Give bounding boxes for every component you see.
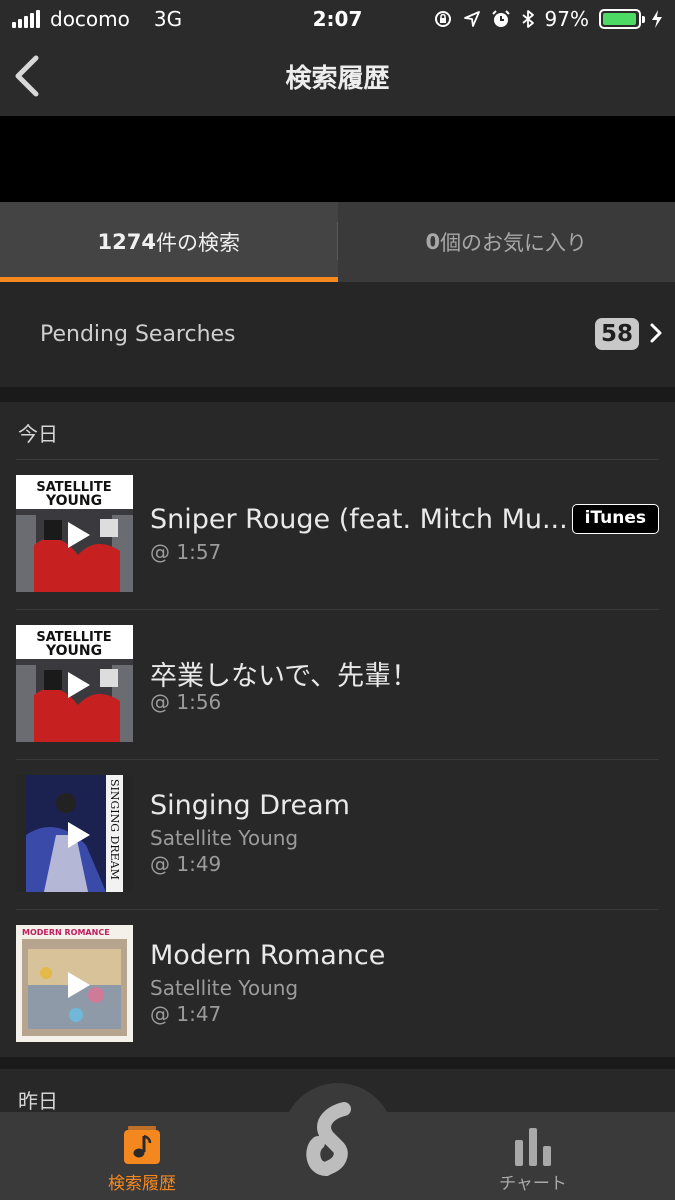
album-art: SINGING DREAM xyxy=(16,775,133,892)
section-separator xyxy=(0,1057,675,1069)
play-icon[interactable] xyxy=(62,669,94,701)
alarm-icon xyxy=(491,10,510,27)
page-title: 検索履歴 xyxy=(285,64,390,94)
history-item[interactable]: MODERN ROMANCE Modern Romance Satellite … xyxy=(0,910,675,1060)
tab-bar-charts[interactable]: チャート xyxy=(448,1112,618,1200)
ad-banner xyxy=(0,116,675,202)
album-art: SATELLITE YOUNG xyxy=(16,625,133,742)
play-icon[interactable] xyxy=(62,519,94,551)
album-art: SATELLITE YOUNG xyxy=(16,475,133,592)
battery-icon xyxy=(599,9,645,29)
play-icon[interactable] xyxy=(62,969,94,1001)
search-history-list: 今日 SATELLITE YOUNG Sniper Rouge (feat. M… xyxy=(0,402,675,1057)
bar-chart-icon xyxy=(515,1128,551,1166)
artist-name: Satellite Young xyxy=(150,826,299,850)
navigation-bar: 検索履歴 xyxy=(0,38,675,116)
track-title: Singing Dream xyxy=(150,790,350,821)
album-art: MODERN ROMANCE xyxy=(16,925,133,1042)
album-art-text: YOUNG xyxy=(45,493,102,509)
bluetooth-icon xyxy=(521,10,534,28)
music-note-icon xyxy=(124,1126,160,1164)
tab-searches[interactable]: 1274 件の検索 xyxy=(0,202,338,282)
chevron-right-icon xyxy=(650,323,662,343)
section-header-today: 今日 xyxy=(18,422,58,446)
history-item[interactable]: SINGING DREAM Singing Dream Satellite Yo… xyxy=(0,760,675,910)
artist-name: Satellite Young xyxy=(150,976,299,1000)
track-title: Modern Romance xyxy=(150,940,386,971)
section-header-yesterday: 昨日 xyxy=(18,1089,58,1113)
favorites-count: 0 xyxy=(425,230,441,254)
section-separator xyxy=(0,388,675,402)
pending-count-badge: 58 xyxy=(594,318,639,350)
search-time: @ 1:47 xyxy=(150,1002,222,1026)
shazam-button[interactable] xyxy=(282,1083,394,1195)
searches-count: 1274 xyxy=(97,230,156,254)
pending-searches-label: Pending Searches xyxy=(40,322,236,347)
orientation-lock-icon xyxy=(434,11,451,27)
battery-percent: 97% xyxy=(544,7,589,31)
searches-label: 件の検索 xyxy=(155,231,240,255)
battery-fill xyxy=(603,13,636,25)
album-art-text: YOUNG xyxy=(45,643,102,659)
tab-bar-history-label: 検索履歴 xyxy=(108,1174,176,1194)
favorites-label: 個のお気に入り xyxy=(440,231,588,255)
history-item[interactable]: SATELLITE YOUNG Sniper Rouge (feat. Mitc… xyxy=(0,460,675,610)
location-icon xyxy=(463,11,480,27)
status-bar: docomo 3G 2:07 97% xyxy=(0,0,675,38)
tab-bar-charts-label: チャート xyxy=(499,1174,567,1194)
itunes-button[interactable]: iTunes xyxy=(571,504,659,534)
tab-favorites[interactable]: 0 個のお気に入り xyxy=(338,202,675,282)
album-art-text: SINGING DREAM xyxy=(108,779,121,880)
status-right: 97% xyxy=(433,7,663,31)
track-title: Sniper Rouge (feat. Mitch Mu... xyxy=(150,504,568,535)
tab-bar-history[interactable]: 検索履歴 xyxy=(57,1112,227,1200)
play-icon[interactable] xyxy=(62,819,94,851)
search-time: @ 1:56 xyxy=(150,690,222,714)
history-item[interactable]: SATELLITE YOUNG 卒業しないで、先輩！ @ 1:56 xyxy=(0,610,675,760)
tab-divider xyxy=(337,222,338,260)
search-time: @ 1:49 xyxy=(150,852,222,876)
album-art-text: MODERN ROMANCE xyxy=(22,928,110,937)
pending-searches-row[interactable]: Pending Searches 58 xyxy=(0,282,675,388)
track-title: 卒業しないで、先輩！ xyxy=(150,661,419,692)
shazam-logo-icon xyxy=(306,1102,351,1177)
search-time: @ 1:57 xyxy=(150,540,222,564)
charging-icon xyxy=(652,10,662,28)
